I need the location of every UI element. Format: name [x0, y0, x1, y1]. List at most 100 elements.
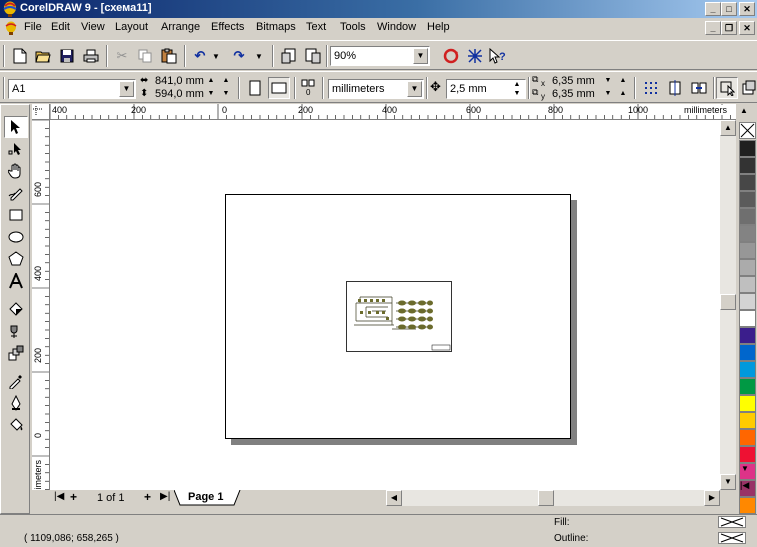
shape-tool-icon[interactable] — [4, 138, 28, 160]
ruler-origin[interactable] — [32, 104, 50, 120]
polygon-tool-icon[interactable] — [4, 248, 28, 270]
add-page-before-icon[interactable]: + — [70, 490, 77, 504]
to-front-icon[interactable] — [738, 77, 757, 99]
document-icon[interactable] — [4, 21, 18, 35]
duplicate-x-down-arrow[interactable]: ▲ — [617, 77, 629, 84]
portrait-icon[interactable] — [244, 77, 266, 99]
nudge-down-arrow[interactable]: ▼ — [511, 90, 523, 97]
palette-scroll-down-icon[interactable]: ▼ — [741, 464, 749, 473]
menu-view[interactable]: View — [81, 21, 105, 33]
duplicate-y-up-arrow[interactable]: ▼ — [602, 90, 614, 97]
landscape-icon[interactable] — [268, 77, 290, 99]
zoom-level-select[interactable]: 90% ▼ — [330, 46, 430, 66]
import-icon[interactable] — [278, 45, 300, 67]
zoom-hand-tool-icon[interactable] — [4, 160, 28, 182]
color-swatch[interactable] — [739, 157, 756, 174]
open-icon[interactable] — [32, 45, 54, 67]
cut-icon[interactable]: ✂ — [111, 45, 133, 67]
menu-text[interactable]: Text — [306, 21, 326, 33]
no-fill-swatch[interactable] — [739, 122, 756, 139]
scroll-down-arrow-icon[interactable]: ▼ — [720, 474, 736, 490]
duplicate-y-down-arrow[interactable]: ▲ — [617, 90, 629, 97]
drawing-canvas[interactable] — [50, 120, 720, 490]
freehand-tool-icon[interactable] — [4, 182, 28, 204]
snap-to-guidelines-icon[interactable] — [664, 77, 686, 99]
snap-to-grid-icon[interactable] — [640, 77, 662, 99]
color-swatch[interactable] — [739, 412, 756, 429]
toolbar-grip[interactable] — [3, 45, 5, 67]
chevron-down-icon[interactable]: ▼ — [119, 81, 134, 97]
interactive-blend-tool-icon[interactable] — [4, 342, 28, 364]
scroll-left-arrow-icon[interactable]: ◀ — [386, 490, 402, 506]
toolbar-grip[interactable] — [3, 77, 5, 99]
doc-minimize-button[interactable]: _ — [705, 21, 721, 35]
whats-this-help-icon[interactable]: ? — [486, 45, 508, 67]
menu-window[interactable]: Window — [377, 21, 416, 33]
pick-tool-icon[interactable] — [4, 116, 28, 138]
paper-type-select[interactable]: A1 ▼ — [8, 79, 136, 99]
duplicate-x-field[interactable]: 6,35 mm — [552, 75, 595, 87]
page-tab[interactable]: Page 1 — [188, 491, 223, 503]
outline-tool-icon[interactable] — [4, 392, 28, 414]
menu-effects[interactable]: Effects — [211, 21, 244, 33]
vertical-scrollbar[interactable]: ▲ ▼ — [720, 120, 736, 490]
save-icon[interactable] — [56, 45, 78, 67]
layout-preview-icon[interactable]: 0 — [298, 77, 320, 99]
redo-dropdown-icon[interactable]: ▼ — [248, 45, 270, 67]
page-height-up-arrow[interactable]: ▼ — [205, 90, 217, 97]
color-swatch[interactable] — [739, 327, 756, 344]
scroll-right-arrow-icon[interactable]: ▶ — [704, 490, 720, 506]
page-width-field[interactable]: 841,0 mm — [155, 75, 204, 87]
duplicate-y-field[interactable]: 6,35 mm — [552, 88, 595, 100]
color-swatch[interactable] — [739, 378, 756, 395]
color-swatch[interactable] — [739, 293, 756, 310]
color-swatch[interactable] — [739, 208, 756, 225]
snap-to-objects-icon[interactable] — [688, 77, 710, 99]
color-swatch[interactable] — [739, 446, 756, 463]
outline-indicator-icon[interactable] — [718, 532, 746, 544]
text-tool-icon[interactable] — [4, 270, 28, 292]
chevron-down-icon[interactable]: ▼ — [413, 48, 428, 64]
first-page-icon[interactable]: |◀ — [54, 491, 64, 502]
corel-online-icon[interactable] — [440, 45, 462, 67]
color-swatch[interactable] — [739, 429, 756, 446]
palette-expand-icon[interactable]: |◀ — [740, 480, 749, 491]
maximize-button[interactable]: □ — [721, 2, 737, 16]
menu-arrange[interactable]: Arrange — [161, 21, 200, 33]
menu-layout[interactable]: Layout — [115, 21, 148, 33]
vertical-ruler[interactable]: 600 400 200 0 millimeters — [32, 120, 50, 490]
treat-as-filled-icon[interactable] — [716, 77, 738, 99]
application-launcher-icon[interactable] — [464, 45, 486, 67]
menu-edit[interactable]: Edit — [51, 21, 70, 33]
close-button[interactable]: ✕ — [739, 2, 755, 16]
undo-dropdown-icon[interactable]: ▼ — [205, 45, 227, 67]
circuit-diagram-object[interactable] — [346, 281, 452, 353]
color-swatch[interactable] — [739, 395, 756, 412]
page-width-down-arrow[interactable]: ▲ — [220, 77, 232, 84]
color-swatch[interactable] — [739, 361, 756, 378]
redo-icon[interactable]: ↷ — [228, 45, 250, 67]
horizontal-scroll-thumb[interactable] — [538, 490, 554, 506]
fill-indicator-icon[interactable] — [718, 516, 746, 528]
color-swatch[interactable] — [739, 225, 756, 242]
scroll-up-arrow-icon[interactable]: ▲ — [720, 120, 736, 136]
color-swatch[interactable] — [739, 276, 756, 293]
page-height-down-arrow[interactable]: ▼ — [220, 90, 232, 97]
color-swatch[interactable] — [739, 344, 756, 361]
menu-bitmaps[interactable]: Bitmaps — [256, 21, 296, 33]
interactive-fill-tool-icon[interactable] — [4, 298, 28, 320]
copy-icon[interactable] — [134, 45, 156, 67]
horizontal-scrollbar[interactable]: ◀ ▶ — [386, 490, 720, 506]
print-icon[interactable] — [80, 45, 102, 67]
rectangle-tool-icon[interactable] — [4, 204, 28, 226]
color-swatch[interactable] — [739, 497, 756, 514]
page-width-up-arrow[interactable]: ▲ — [205, 77, 217, 84]
nudge-offset-field[interactable]: 2,5 mm ▲ ▼ — [446, 79, 526, 99]
interactive-transparency-tool-icon[interactable] — [4, 320, 28, 342]
add-page-after-icon[interactable]: + — [144, 490, 151, 504]
palette-scroll-up-icon[interactable]: ▲ — [740, 106, 748, 115]
menu-help[interactable]: Help — [427, 21, 450, 33]
color-swatch[interactable] — [739, 140, 756, 157]
units-select[interactable]: millimeters ▼ — [328, 79, 424, 99]
last-page-icon[interactable]: ▶| — [160, 491, 170, 502]
